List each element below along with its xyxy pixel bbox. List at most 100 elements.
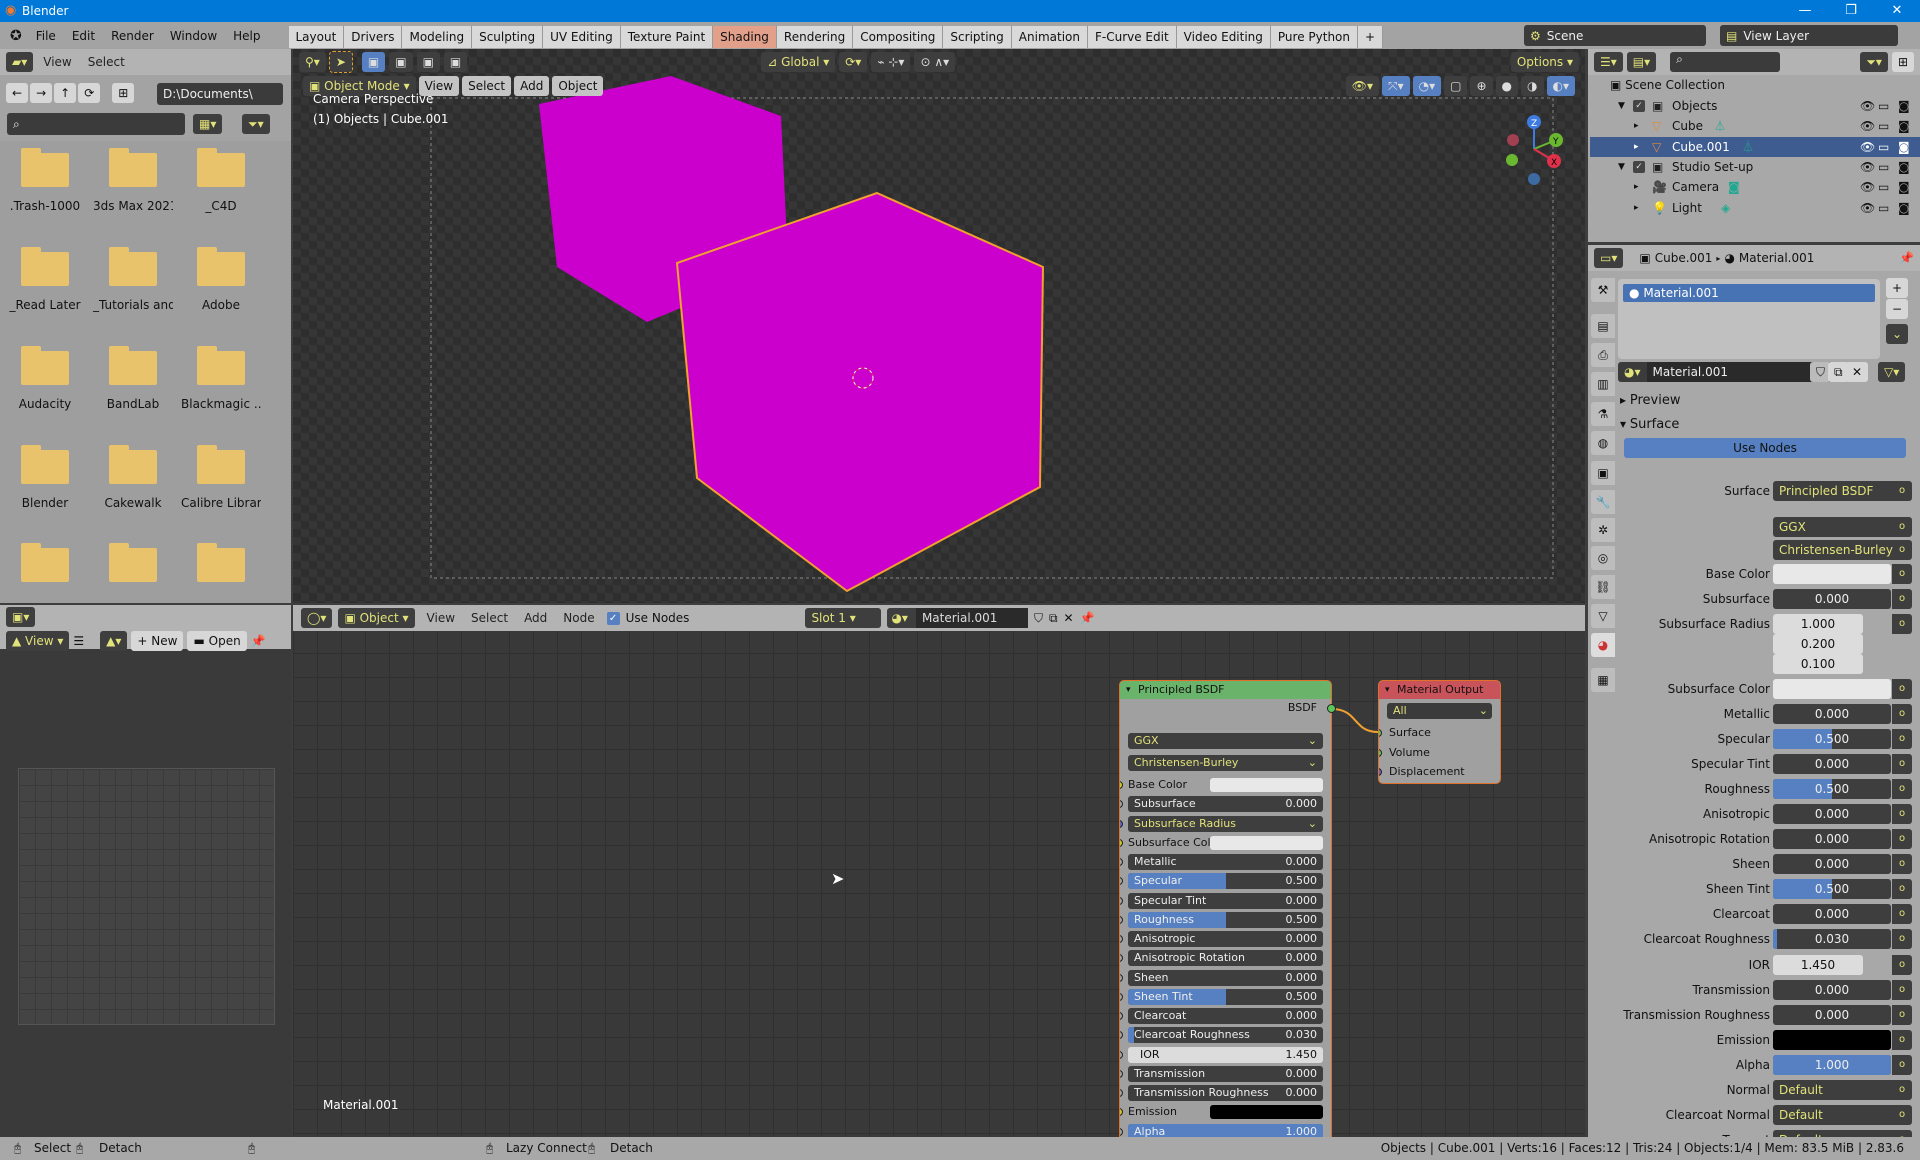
- view-layer-selector[interactable]: ▤ View Layer: [1720, 25, 1898, 46]
- child-arrow-icon[interactable]: ▸: [1634, 198, 1639, 218]
- socket-link-button[interactable]: o: [1892, 1004, 1912, 1025]
- forward-arrow-icon[interactable]: →: [30, 83, 53, 103]
- input-socket[interactable]: [1120, 992, 1123, 1001]
- menu-help[interactable]: Help: [225, 29, 268, 43]
- property-field[interactable]: 1.000: [1773, 614, 1863, 634]
- properties-tab-scene[interactable]: ⚗: [1591, 402, 1615, 426]
- input-socket[interactable]: [1120, 838, 1123, 847]
- visibility-eye-icon[interactable]: 👁: [1860, 198, 1875, 218]
- input-socket[interactable]: [1120, 1127, 1123, 1136]
- socket-link-button[interactable]: o: [1892, 1080, 1912, 1100]
- image-canvas-grid[interactable]: [18, 768, 275, 1025]
- editor-type-button[interactable]: ▰▾: [6, 52, 34, 72]
- pin-icon[interactable]: 📌: [1899, 251, 1914, 265]
- socket-link-button[interactable]: o: [1892, 779, 1912, 800]
- property-field[interactable]: 0.000: [1773, 854, 1891, 875]
- node-input-base-color[interactable]: Base Color: [1120, 777, 1323, 793]
- viewport-menu-object[interactable]: Object: [552, 76, 604, 96]
- node-input-sheen-tint[interactable]: Sheen Tint 0.500: [1120, 988, 1323, 1005]
- expand-arrow-icon[interactable]: ▼: [1618, 157, 1625, 177]
- node-value-field[interactable]: Sheen Tint 0.500: [1128, 988, 1323, 1005]
- color-swatch[interactable]: [1773, 564, 1891, 584]
- tab-texture-paint[interactable]: Texture Paint: [620, 26, 714, 48]
- input-socket[interactable]: [1120, 1069, 1123, 1078]
- socket-link-button[interactable]: o: [1892, 829, 1912, 850]
- path-input[interactable]: D:\Documents\: [157, 83, 283, 105]
- node-value-field[interactable]: Roughness 0.500: [1128, 911, 1323, 928]
- input-socket[interactable]: [1120, 1050, 1123, 1059]
- socket-link-button[interactable]: o: [1892, 1054, 1912, 1075]
- child-arrow-icon[interactable]: ▸: [1634, 137, 1639, 157]
- tab-scripting[interactable]: Scripting: [943, 26, 1012, 48]
- visibility-eye-icon[interactable]: 👁: [1860, 177, 1875, 197]
- node-value-field[interactable]: Anisotropic 0.000: [1128, 931, 1323, 947]
- properties-tab-render[interactable]: ▤: [1591, 314, 1615, 338]
- input-socket[interactable]: [1120, 800, 1123, 809]
- input-socket[interactable]: [1120, 1108, 1123, 1117]
- property-field[interactable]: 0.000: [1773, 1004, 1891, 1025]
- socket-link-button[interactable]: o: [1892, 589, 1912, 609]
- menu-window[interactable]: Window: [162, 29, 225, 43]
- node-value-field[interactable]: Alpha 1.000: [1128, 1123, 1323, 1137]
- shading-wireframe-icon[interactable]: ⊕: [1470, 76, 1493, 96]
- refresh-icon[interactable]: ⟳: [78, 83, 101, 103]
- tab-video-editing[interactable]: Video Editing: [1176, 26, 1271, 48]
- mesh-data-icon[interactable]: ⏃: [1742, 137, 1754, 157]
- image-browse-icon[interactable]: ▲▾: [100, 631, 128, 651]
- shading-solid-icon[interactable]: ●: [1495, 76, 1519, 96]
- node-value-field[interactable]: IOR 1.450: [1128, 1046, 1323, 1063]
- socket-link-button[interactable]: o: [1892, 704, 1912, 724]
- node-value-field[interactable]: Clearcoat 0.000: [1128, 1008, 1323, 1024]
- node-input-subsurface[interactable]: Subsurface 0.000: [1120, 796, 1323, 813]
- tab-drivers[interactable]: Drivers: [344, 26, 403, 48]
- folder-item[interactable]: Blender: [5, 445, 85, 510]
- use-nodes-button[interactable]: Use Nodes: [1624, 438, 1906, 458]
- color-swatch[interactable]: [1773, 1029, 1891, 1050]
- node-input-anisotropic[interactable]: Anisotropic 0.000: [1120, 931, 1323, 947]
- new-folder-icon[interactable]: ⊞: [112, 83, 135, 103]
- visibility-eye-icon[interactable]: 👁: [1860, 137, 1875, 157]
- node-input-specular-tint[interactable]: Specular Tint 0.000: [1120, 892, 1323, 909]
- render-camera-icon[interactable]: ◙: [1898, 116, 1910, 136]
- new-image-button[interactable]: + New: [131, 631, 184, 651]
- input-socket[interactable]: [1120, 954, 1123, 963]
- node-value-field[interactable]: Transmission Roughness 0.000: [1128, 1085, 1323, 1101]
- input-socket[interactable]: [1120, 877, 1123, 886]
- folder-item[interactable]: [5, 543, 85, 594]
- tab-uv-editing[interactable]: UV Editing: [543, 26, 621, 48]
- shading-rendered-icon[interactable]: ◐▾: [1546, 76, 1575, 96]
- socket-link-button[interactable]: o: [1892, 879, 1912, 900]
- property-field[interactable]: 0.000: [1773, 704, 1891, 724]
- pin-icon[interactable]: 📌: [251, 634, 266, 648]
- xray-toggle-icon[interactable]: ▢: [1444, 76, 1468, 96]
- panel-preview[interactable]: ▸ Preview: [1620, 393, 1680, 408]
- node-input-ggx[interactable]: GGX ⌄: [1128, 733, 1323, 749]
- node-input-subsurface-color[interactable]: Subsurface Color: [1120, 835, 1323, 851]
- properties-tab-physics[interactable]: ◎: [1591, 546, 1615, 570]
- link-type-button[interactable]: ▽▾: [1878, 362, 1906, 382]
- node-value-field[interactable]: Metallic 0.000: [1128, 854, 1323, 870]
- socket-link-button[interactable]: o: [1892, 517, 1912, 537]
- scene-selector[interactable]: ⚙ Scene: [1524, 25, 1706, 46]
- property-field[interactable]: 0.000: [1773, 979, 1891, 1000]
- properties-tab-tool[interactable]: ⚒: [1591, 278, 1615, 302]
- outliner-item-cube-001[interactable]: ▸ ▽ Cube.001 ⏃ 👁 ▭ ◙: [1590, 136, 1920, 157]
- node-title[interactable]: Material Output: [1379, 681, 1500, 699]
- node-input-sheen[interactable]: Sheen 0.000: [1120, 969, 1323, 986]
- socket-link-button[interactable]: o: [1892, 804, 1912, 825]
- input-socket[interactable]: [1120, 819, 1123, 828]
- properties-tab-modifier[interactable]: 🔧: [1591, 490, 1615, 514]
- tab-add-workspace[interactable]: +: [1358, 26, 1384, 48]
- node-link-bsdf-surface[interactable]: [1331, 708, 1379, 733]
- input-socket[interactable]: [1379, 768, 1382, 776]
- viewport-display-icon[interactable]: ▭: [1878, 96, 1889, 116]
- properties-tab-object-data[interactable]: ▽: [1591, 604, 1615, 628]
- expand-arrow-icon[interactable]: ▼: [1618, 96, 1625, 116]
- menu-hamburger-icon[interactable]: ☰: [73, 634, 84, 648]
- socket-link-button[interactable]: o: [1892, 854, 1912, 875]
- display-mode-button[interactable]: ▤▾: [1626, 52, 1657, 72]
- node-value-field[interactable]: Transmission 0.000: [1128, 1065, 1323, 1082]
- proportional-edit-icon[interactable]: ⊙ ∧▾: [914, 52, 956, 72]
- socket-link-button[interactable]: o: [1892, 929, 1912, 950]
- viewport-display-icon[interactable]: ▭: [1878, 198, 1889, 218]
